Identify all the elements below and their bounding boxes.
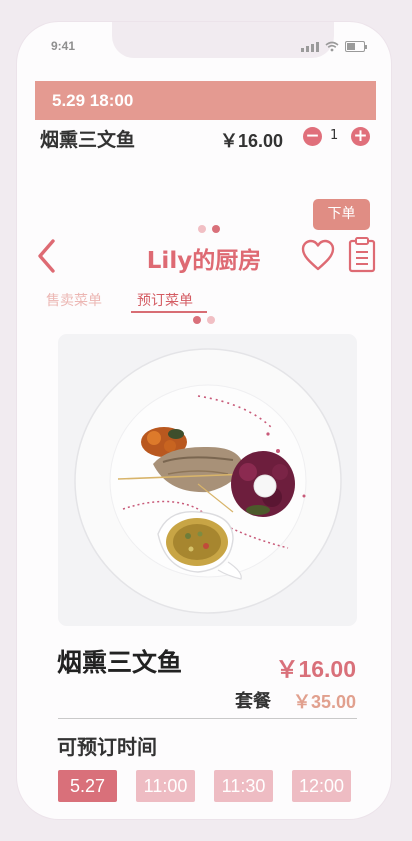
clipboard-icon[interactable] [347,236,377,274]
status-icons [301,41,367,52]
indicator-dot [198,225,206,233]
increase-quantity-button[interactable]: + [351,127,370,146]
divider [58,718,357,719]
set-meal-price: ￥35.00 [292,692,356,712]
dish-illustration [58,334,357,626]
heart-icon[interactable] [300,238,336,272]
dish-photo [58,334,357,626]
notch [112,22,334,58]
status-time: 9:41 [51,39,76,53]
order-item-price: ￥16.00 [220,131,284,151]
indicator-dot-active [212,225,220,233]
quantity-value: 1 [330,128,339,143]
date-slot-selected[interactable]: 5.27 [58,770,117,802]
active-tab-indicator [131,311,207,313]
time-slot[interactable]: 12:00 [292,770,351,802]
time-slot[interactable]: 11:00 [136,770,195,802]
page-indicator-top [198,225,220,233]
page-indicator-bottom [193,316,215,324]
dish-name: 烟熏三文鱼 [57,648,183,677]
time-slot-list: 5.27 11:00 11:30 12:00 [58,770,351,802]
submit-order-button[interactable]: 下单 [313,199,370,230]
order-item-name: 烟熏三文鱼 [40,129,136,151]
decrease-quantity-button[interactable]: − [303,127,322,146]
tab-booking-menu[interactable]: 预订菜单 [137,290,193,310]
battery-icon [345,41,367,52]
order-datetime-bar: 5.29 18:00 [35,81,376,120]
time-slot[interactable]: 11:30 [214,770,273,802]
available-time-label: 可预订时间 [57,735,157,759]
indicator-dot-active [193,316,201,324]
tab-sell-menu[interactable]: 售卖菜单 [46,290,102,310]
signal-icon [301,42,319,52]
indicator-dot [207,316,215,324]
wifi-icon [325,41,339,52]
dish-price: ￥16.00 [275,656,356,682]
order-item-row: 烟熏三文鱼 ￥16.00 − 1 + [40,123,375,153]
phone-frame: 9:41 5.29 18:00 烟熏三文鱼 ￥16.00 − 1 + 下单 Li… [17,22,391,819]
set-meal-label: 套餐 [235,691,271,712]
